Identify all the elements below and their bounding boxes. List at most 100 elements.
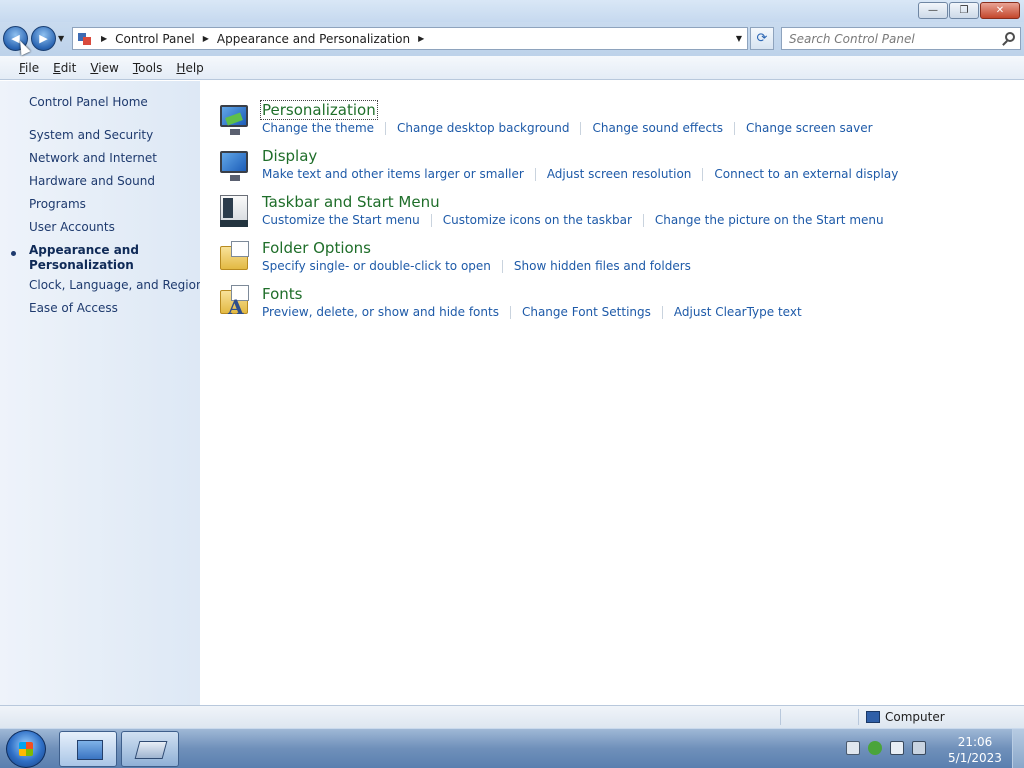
menu-tools[interactable]: Tools <box>126 61 170 75</box>
menu-help[interactable]: Help <box>169 61 210 75</box>
personalization-title-link[interactable]: Personalization <box>260 100 378 120</box>
show-desktop-button[interactable] <box>1012 729 1024 768</box>
sidebar-item-appearance-personalization[interactable]: Appearance and Personalization <box>29 243 179 273</box>
task-divider <box>509 305 511 319</box>
task-change-screen-saver[interactable]: Change screen saver <box>746 121 873 135</box>
sidebar-control-panel-home[interactable]: Control Panel Home <box>29 95 148 109</box>
taskbar-tasks: Customize the Start menu Customize icons… <box>262 213 884 227</box>
task-change-theme[interactable]: Change the theme <box>262 121 374 135</box>
task-change-sound-effects[interactable]: Change sound effects <box>592 121 723 135</box>
forward-button[interactable]: ▶ <box>31 26 56 51</box>
network-icon[interactable] <box>890 741 904 755</box>
menu-edit[interactable]: Edit <box>46 61 83 75</box>
security-icon[interactable] <box>868 741 882 755</box>
address-dropdown-icon[interactable]: ▼ <box>736 34 742 43</box>
task-make-text-larger[interactable]: Make text and other items larger or smal… <box>262 167 524 181</box>
main-content: Personalization Change the theme Change … <box>200 81 1024 705</box>
sidebar-item-ease-of-access[interactable]: Ease of Access <box>29 301 118 315</box>
task-divider <box>580 121 582 135</box>
task-divider <box>430 213 432 227</box>
clock[interactable]: 21:06 5/1/2023 <box>940 734 1010 766</box>
task-change-start-menu-picture[interactable]: Change the picture on the Start menu <box>655 213 884 227</box>
sidebar-item-hardware-sound[interactable]: Hardware and Sound <box>29 174 155 188</box>
maximize-button[interactable]: ❐ <box>949 2 979 19</box>
menu-file-label: ile <box>25 60 40 75</box>
fonts-icon[interactable]: A <box>218 285 250 319</box>
breadcrumb-separator-icon[interactable]: ▶ <box>203 34 209 43</box>
sidebar-item-system-security[interactable]: System and Security <box>29 128 153 142</box>
recent-pages-dropdown-icon[interactable]: ▼ <box>58 34 64 43</box>
breadcrumb-control-panel[interactable]: Control Panel <box>115 32 195 46</box>
menu-bar: File Edit View Tools Help <box>0 56 1024 80</box>
status-divider <box>780 709 781 725</box>
taskbar-control-panel-button[interactable] <box>59 731 117 767</box>
task-connect-external-display[interactable]: Connect to an external display <box>714 167 898 181</box>
menu-help-label: elp <box>185 60 204 75</box>
taskbar: 21:06 5/1/2023 <box>0 728 1024 768</box>
display-icon[interactable] <box>218 149 250 181</box>
task-change-desktop-background[interactable]: Change desktop background <box>397 121 569 135</box>
task-change-font-settings[interactable]: Change Font Settings <box>522 305 651 319</box>
task-divider <box>385 121 387 135</box>
start-button[interactable] <box>6 730 46 768</box>
breadcrumb-appearance-personalization[interactable]: Appearance and Personalization <box>217 32 410 46</box>
task-adjust-cleartype[interactable]: Adjust ClearType text <box>674 305 802 319</box>
folder-options-icon[interactable] <box>218 241 250 273</box>
status-location-label: Computer <box>885 710 945 724</box>
refresh-button[interactable]: ⟳ <box>750 27 774 50</box>
task-divider <box>702 167 704 181</box>
search-box[interactable] <box>781 27 1021 50</box>
taskbar-title-link[interactable]: Taskbar and Start Menu <box>262 193 440 211</box>
task-show-hidden-files[interactable]: Show hidden files and folders <box>514 259 691 273</box>
status-divider <box>858 709 859 725</box>
clock-time: 21:06 <box>957 735 993 749</box>
sidebar-item-user-accounts[interactable]: User Accounts <box>29 220 115 234</box>
breadcrumb-separator-icon[interactable]: ▶ <box>101 34 107 43</box>
menu-tools-label: ools <box>138 60 163 75</box>
task-adjust-screen-resolution[interactable]: Adjust screen resolution <box>547 167 692 181</box>
fonts-tasks: Preview, delete, or show and hide fonts … <box>262 305 802 319</box>
folder-options-title-link[interactable]: Folder Options <box>262 239 371 257</box>
sidebar-item-network-internet[interactable]: Network and Internet <box>29 151 157 165</box>
sidebar: Control Panel Home System and Security N… <box>0 81 204 705</box>
control-panel-taskbar-icon <box>77 740 103 760</box>
menu-view-label: iew <box>98 60 119 75</box>
status-bar: Computer <box>0 705 1024 728</box>
fonts-glyph: A <box>228 295 244 319</box>
search-input[interactable] <box>782 28 992 49</box>
personalization-icon[interactable] <box>218 103 250 135</box>
display-title-link[interactable]: Display <box>262 147 317 165</box>
explorer-taskbar-icon <box>134 741 168 759</box>
search-icon[interactable] <box>1005 32 1015 42</box>
task-divider <box>661 305 663 319</box>
refresh-icon: ⟳ <box>756 31 768 46</box>
section-personalization: Personalization Change the theme Change … <box>218 100 1018 145</box>
sidebar-item-clock-language-region[interactable]: Clock, Language, and Region <box>29 278 204 292</box>
menu-file[interactable]: File <box>12 61 46 75</box>
task-divider <box>534 167 536 181</box>
address-bar[interactable]: ▶ Control Panel ▶ Appearance and Persona… <box>72 27 748 50</box>
fonts-title-link[interactable]: Fonts <box>262 285 302 303</box>
task-preview-fonts[interactable]: Preview, delete, or show and hide fonts <box>262 305 499 319</box>
task-customize-start-menu[interactable]: Customize the Start menu <box>262 213 420 227</box>
control-panel-icon <box>77 32 93 46</box>
personalization-tasks: Change the theme Change desktop backgrou… <box>262 121 873 135</box>
breadcrumb-separator-icon[interactable]: ▶ <box>418 34 424 43</box>
menu-edit-accel: E <box>53 60 61 75</box>
minimize-button[interactable]: — <box>918 2 948 19</box>
section-folder-options: Folder Options Specify single- or double… <box>218 239 1018 283</box>
status-location: Computer <box>866 710 945 724</box>
section-fonts: A Fonts Preview, delete, or show and hid… <box>218 285 1018 329</box>
close-button[interactable]: ✕ <box>980 2 1020 19</box>
task-single-double-click[interactable]: Specify single- or double-click to open <box>262 259 491 273</box>
action-center-icon[interactable] <box>846 741 860 755</box>
forward-arrow-icon: ▶ <box>39 32 48 45</box>
taskbar-icon[interactable] <box>218 195 250 227</box>
task-customize-taskbar-icons[interactable]: Customize icons on the taskbar <box>443 213 632 227</box>
volume-muted-icon[interactable] <box>912 741 926 755</box>
menu-view[interactable]: View <box>83 61 125 75</box>
taskbar-explorer-button[interactable] <box>121 731 179 767</box>
section-display: Display Make text and other items larger… <box>218 147 1018 191</box>
sidebar-item-programs[interactable]: Programs <box>29 197 86 211</box>
window-controls: — ❐ ✕ <box>918 2 1020 19</box>
